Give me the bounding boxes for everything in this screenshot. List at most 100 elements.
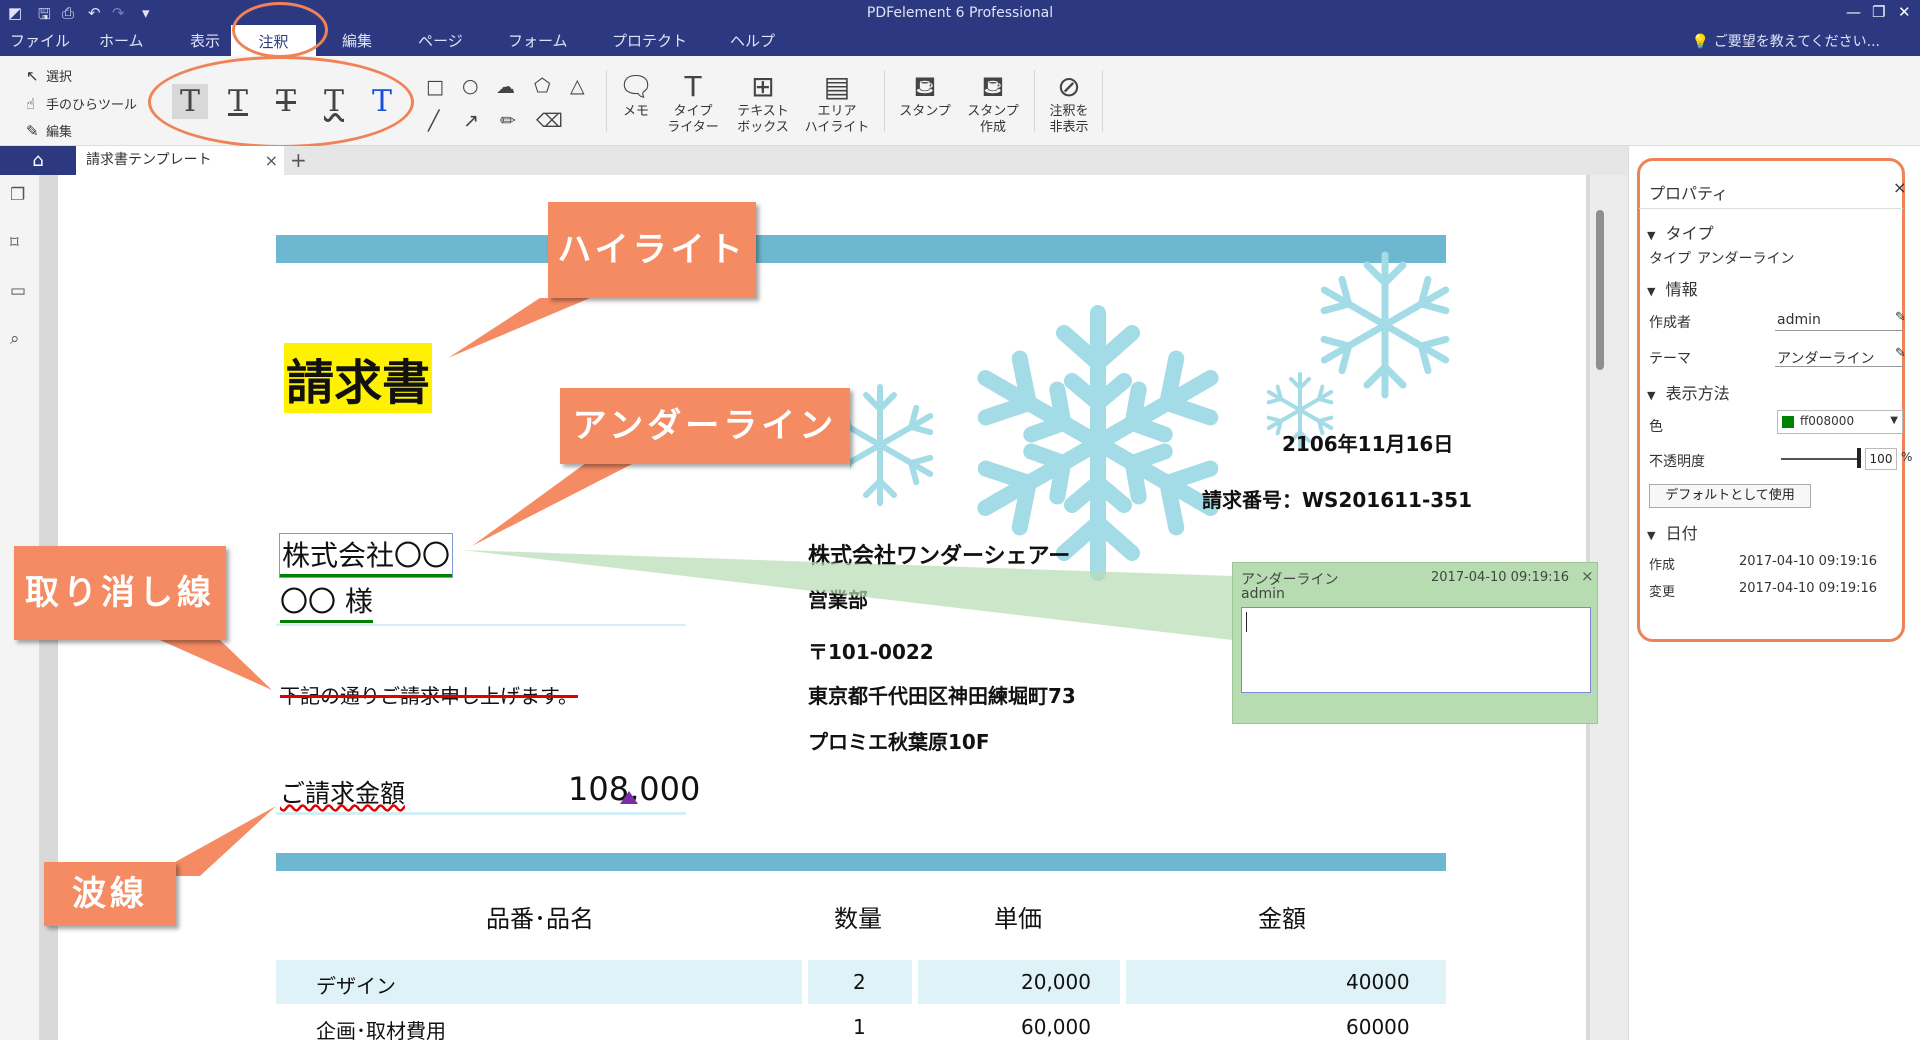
divider	[884, 70, 885, 132]
help-search[interactable]: 💡 ご要望を教えてください...	[1692, 31, 1880, 51]
client-person[interactable]: 〇〇 様	[280, 580, 373, 623]
scrollbar-thumb[interactable]	[1596, 210, 1604, 370]
menu-edit[interactable]: 編集	[342, 30, 372, 51]
divider	[1102, 70, 1103, 132]
menu-file[interactable]: ファイル	[10, 30, 70, 51]
new-tab-icon[interactable]: +	[290, 146, 307, 175]
amount-label-squiggly[interactable]: ご請求金額	[280, 774, 405, 810]
close-icon[interactable]: ✕	[1898, 3, 1911, 21]
theme-field[interactable]: アンダーライン	[1777, 348, 1874, 368]
author-field[interactable]: admin	[1777, 312, 1821, 328]
arrow-icon[interactable]: ↗	[463, 110, 479, 132]
polygon-icon[interactable]: ⬠	[534, 75, 551, 97]
menu-home[interactable]: ホーム	[99, 30, 144, 51]
edit-icon: ✎	[26, 122, 39, 140]
stamp-icon: ⛾	[913, 70, 937, 103]
document-tab[interactable]: 請求書テンプレート ×	[76, 146, 284, 175]
color-label: 色	[1649, 419, 1663, 435]
stamp-create-button[interactable]: ⛾ スタンプ 作成	[962, 70, 1024, 136]
table-row-1-item: デザイン	[316, 974, 396, 998]
theme-label: テーマ	[1649, 351, 1691, 367]
issuer-company: 株式会社ワンダーシェアー	[808, 544, 1071, 569]
chevron-down-icon: ▼	[1890, 415, 1898, 426]
hand-tool[interactable]: ☝ 手のひらツール	[26, 94, 137, 113]
menu-form[interactable]: フォーム	[508, 30, 568, 51]
cloud-icon[interactable]: ☁	[496, 76, 515, 98]
ribbon-toolbar: ↖ 選択 ☝ 手のひらツール ✎ 編集 T T T T T □ ○ ☁ ⬠ △ ╱ ↗…	[0, 56, 1920, 148]
typewriter-button[interactable]: T タイプ ライター	[662, 70, 724, 136]
close-tab-icon[interactable]: ×	[265, 146, 278, 175]
menu-help[interactable]: ヘルプ	[730, 30, 775, 51]
issuer-dept: 営業部	[808, 588, 868, 612]
section-display[interactable]: ▼ 表示方法	[1647, 380, 1730, 404]
line-icon[interactable]: ╱	[428, 110, 439, 132]
edit-tool[interactable]: ✎ 編集	[26, 121, 72, 140]
issuer-building: プロミエ秋葉原10F	[808, 730, 990, 754]
document-title-highlighted[interactable]: 請求書	[284, 343, 433, 413]
restore-icon[interactable]: ❐	[1872, 3, 1885, 21]
rule	[276, 624, 686, 626]
issuer-zip: 〒101-0022	[808, 640, 934, 664]
annotation-note-popup[interactable]: アンダーライン admin 2017-04-10 09:19:16 ×	[1232, 562, 1598, 724]
rule	[276, 812, 686, 815]
divider	[1034, 70, 1035, 132]
modified-value: 2017-04-10 09:19:16	[1739, 581, 1878, 596]
menu-view[interactable]: 表示	[190, 30, 220, 51]
type-label: タイプ	[1649, 251, 1691, 267]
note-text-input[interactable]	[1241, 607, 1591, 693]
issuer-address: 東京都千代田区神田練堀町73	[808, 684, 1076, 708]
opacity-slider-handle[interactable]	[1857, 448, 1861, 468]
opacity-input[interactable]: 100	[1865, 448, 1897, 470]
type-value: アンダーライン	[1697, 251, 1795, 267]
opacity-unit: %	[1901, 450, 1913, 464]
home-tab[interactable]: ⌂	[0, 146, 76, 175]
edit-theme-icon[interactable]: ✎	[1895, 346, 1906, 361]
menu-protect[interactable]: プロテクト	[612, 30, 687, 51]
edit-author-icon[interactable]: ✎	[1895, 310, 1906, 325]
table-row-1-amount: 40000	[1346, 970, 1410, 994]
eraser-icon[interactable]: ⌫	[536, 110, 563, 132]
comment-icon[interactable]: ▭	[10, 281, 26, 301]
set-default-button[interactable]: デフォルトとして使用	[1649, 484, 1811, 508]
client-company-underlined[interactable]: 株式会社〇〇	[278, 533, 454, 578]
search-icon[interactable]: ⌕	[10, 329, 20, 349]
section-type[interactable]: ▼ タイプ	[1647, 220, 1714, 244]
pencil-icon[interactable]: ✏	[500, 110, 516, 132]
select-tool[interactable]: ↖ 選択	[26, 66, 72, 85]
section-info[interactable]: ▼ 情報	[1647, 276, 1698, 300]
note-close-icon[interactable]: ×	[1581, 567, 1594, 585]
bookmark-icon[interactable]: ⌑	[10, 233, 19, 253]
divider-band	[276, 853, 1446, 871]
collapse-icon: ▼	[1647, 285, 1656, 298]
divider	[1639, 208, 1903, 209]
color-select[interactable]: ff008000 ▼	[1777, 410, 1903, 434]
snowflake-decoration	[850, 251, 1450, 590]
stamp-button[interactable]: ⛾ スタンプ	[892, 70, 958, 120]
triangle-icon[interactable]: △	[570, 75, 585, 97]
area-highlight-button[interactable]: ▤ エリア ハイライト	[800, 70, 874, 136]
field-underline	[1775, 330, 1903, 331]
thumbnails-icon[interactable]: ❐	[10, 185, 25, 205]
collapse-icon: ▼	[1647, 229, 1656, 242]
table-header-amount: 金額	[1258, 905, 1306, 933]
table-header-price: 単価	[994, 905, 1042, 933]
circle-icon[interactable]: ○	[462, 75, 479, 97]
menu-page[interactable]: ページ	[418, 30, 463, 51]
properties-title: プロパティ	[1649, 184, 1729, 203]
hide-annotations-button[interactable]: ⊘ 注釈を 非表示	[1040, 70, 1098, 136]
lightbulb-icon: 💡	[1691, 34, 1710, 50]
insert-text-caret-icon[interactable]	[620, 791, 638, 804]
memo-icon: 🗨	[618, 70, 654, 103]
opacity-slider[interactable]	[1781, 458, 1861, 460]
eye-off-icon: ⊘	[1057, 70, 1081, 103]
annotate-tab-ring	[232, 2, 328, 58]
textbox-button[interactable]: ⊞ テキスト ボックス	[730, 70, 796, 136]
rectangle-icon[interactable]: □	[426, 76, 444, 98]
minimize-icon[interactable]: —	[1846, 3, 1861, 21]
section-date[interactable]: ▼ 日付	[1647, 520, 1698, 544]
memo-button[interactable]: 🗨 メモ	[614, 70, 658, 120]
intro-strikeout[interactable]: 下記の通りご請求申し上げます。	[280, 680, 578, 709]
panel-close-icon[interactable]: ×	[1893, 178, 1906, 197]
app-window: ◩ 🖫 ⎙ ↶ ↷ ▾ PDFelement 6 Professional — …	[0, 0, 1920, 1040]
table-header-item: 品番･品名	[486, 905, 594, 933]
